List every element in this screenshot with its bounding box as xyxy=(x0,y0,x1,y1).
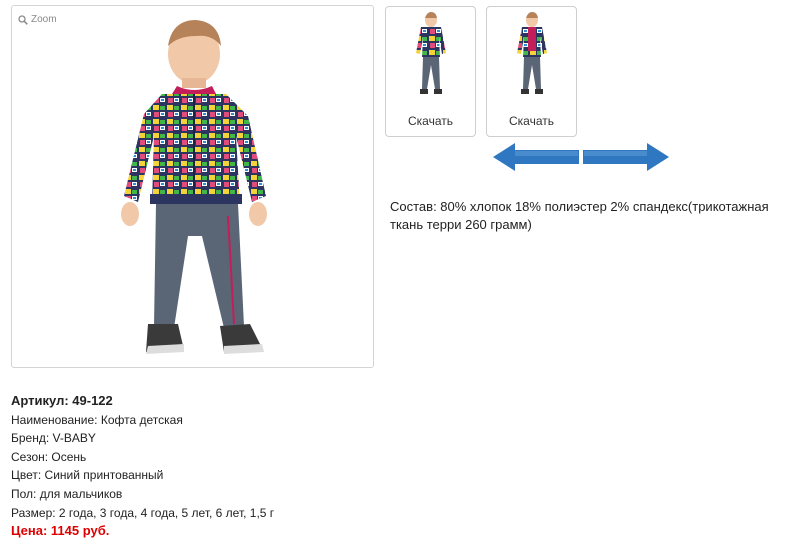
article-number: Артикул: 49-122 xyxy=(11,393,113,408)
product-season: Сезон: Осень xyxy=(11,449,87,464)
thumbnail-2[interactable]: Скачать xyxy=(486,6,577,137)
product-name: Наименование: Кофта детская xyxy=(11,412,183,427)
product-brand: Бренд: V-BABY xyxy=(11,431,96,446)
thumbnail-photo xyxy=(416,12,446,94)
download-link[interactable]: Скачать xyxy=(386,114,475,128)
product-color: Цвет: Синий принтованный xyxy=(11,468,164,483)
arrow-right-icon[interactable] xyxy=(583,143,669,171)
product-details: Артикул: 49-122 Наименование: Кофта детс… xyxy=(11,392,274,541)
product-price: Цена: 1145 руб. xyxy=(11,523,110,539)
boy-photo xyxy=(121,20,267,354)
arrow-left-icon[interactable] xyxy=(493,143,579,171)
download-link[interactable]: Скачать xyxy=(487,114,576,128)
thumbnail-1[interactable]: Скачать xyxy=(385,6,476,137)
product-sizes: Размер: 2 года, 3 года, 4 года, 5 лет, 6… xyxy=(11,505,275,520)
gallery-navigation xyxy=(493,142,669,177)
product-gender: Пол: для мальчиков xyxy=(11,486,123,501)
product-composition: Состав: 80% хлопок 18% полиэстер 2% спан… xyxy=(390,199,769,232)
main-product-image[interactable]: Zoom xyxy=(11,5,374,368)
thumbnail-photo xyxy=(517,12,547,94)
